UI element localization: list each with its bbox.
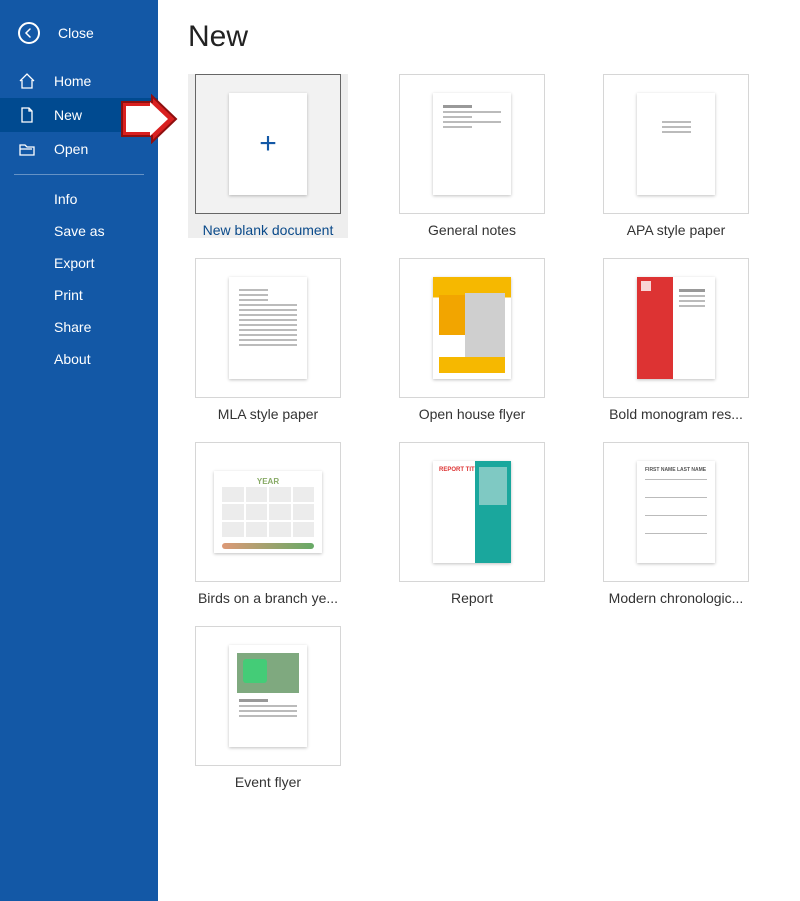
template-bold-monogram-resume[interactable]: Bold monogram res...: [596, 258, 756, 422]
nav-label: Export: [54, 255, 94, 271]
primary-nav: Home New Open: [0, 64, 158, 166]
nav-label: Info: [54, 191, 77, 207]
home-icon: [18, 72, 36, 90]
template-label: General notes: [392, 222, 552, 238]
close-button[interactable]: Close: [0, 0, 158, 64]
sidebar: Close Home New: [0, 0, 158, 901]
nav-label: Open: [54, 141, 88, 157]
back-arrow-icon: [18, 22, 40, 44]
nav-label: Home: [54, 73, 91, 89]
template-thumb: [399, 258, 545, 398]
nav-item-share[interactable]: Share: [0, 311, 158, 343]
template-modern-chronological-resume[interactable]: FIRST NAME LAST NAME Modern chronologic.…: [596, 442, 756, 606]
nav-item-print[interactable]: Print: [0, 279, 158, 311]
template-gallery: + New blank document General notes: [188, 74, 780, 790]
plus-icon: +: [259, 127, 277, 161]
nav-label: Save as: [54, 223, 105, 239]
template-thumb: YEAR: [195, 442, 341, 582]
callout-arrow-icon: [110, 94, 180, 147]
nav-item-home[interactable]: Home: [0, 64, 158, 98]
template-mla[interactable]: MLA style paper: [188, 258, 348, 422]
template-general-notes[interactable]: General notes: [392, 74, 552, 238]
new-doc-icon: [18, 106, 36, 124]
nav-item-saveas[interactable]: Save as: [0, 215, 158, 247]
sidebar-divider: [14, 174, 144, 175]
template-label: Modern chronologic...: [596, 590, 756, 606]
close-label: Close: [58, 25, 94, 41]
template-thumb: [399, 74, 545, 214]
template-thumb: [603, 74, 749, 214]
template-thumb: REPORT TITLE: [399, 442, 545, 582]
template-label: Bold monogram res...: [596, 406, 756, 422]
nav-label: New: [54, 107, 82, 123]
template-thumb: [195, 626, 341, 766]
template-thumb: +: [195, 74, 341, 214]
resume-name-label: FIRST NAME LAST NAME: [645, 467, 706, 473]
page-title: New: [188, 20, 780, 54]
template-label: Birds on a branch ye...: [188, 590, 348, 606]
template-label: APA style paper: [596, 222, 756, 238]
template-thumb: [603, 258, 749, 398]
nav-label: Share: [54, 319, 91, 335]
template-label: Event flyer: [188, 774, 348, 790]
template-thumb: FIRST NAME LAST NAME: [603, 442, 749, 582]
template-label: New blank document: [188, 222, 348, 238]
template-label: MLA style paper: [188, 406, 348, 422]
nav-item-new[interactable]: New: [0, 98, 158, 132]
nav-item-export[interactable]: Export: [0, 247, 158, 279]
secondary-nav: Info Save as Export Print Share About: [0, 183, 158, 375]
template-event-flyer[interactable]: Event flyer: [188, 626, 348, 790]
nav-item-about[interactable]: About: [0, 343, 158, 375]
nav-item-info[interactable]: Info: [0, 183, 158, 215]
nav-label: About: [54, 351, 91, 367]
calendar-title: YEAR: [214, 477, 322, 486]
nav-label: Print: [54, 287, 83, 303]
template-label: Report: [392, 590, 552, 606]
template-apa[interactable]: APA style paper: [596, 74, 756, 238]
template-thumb: [195, 258, 341, 398]
template-blank[interactable]: + New blank document: [188, 74, 348, 238]
main-content: New + New blank document General notes: [158, 0, 800, 901]
template-report[interactable]: REPORT TITLE Report: [392, 442, 552, 606]
template-birds-calendar[interactable]: YEAR Birds on a branch ye...: [188, 442, 348, 606]
open-folder-icon: [18, 140, 36, 158]
template-label: Open house flyer: [392, 406, 552, 422]
template-open-house-flyer[interactable]: Open house flyer: [392, 258, 552, 422]
